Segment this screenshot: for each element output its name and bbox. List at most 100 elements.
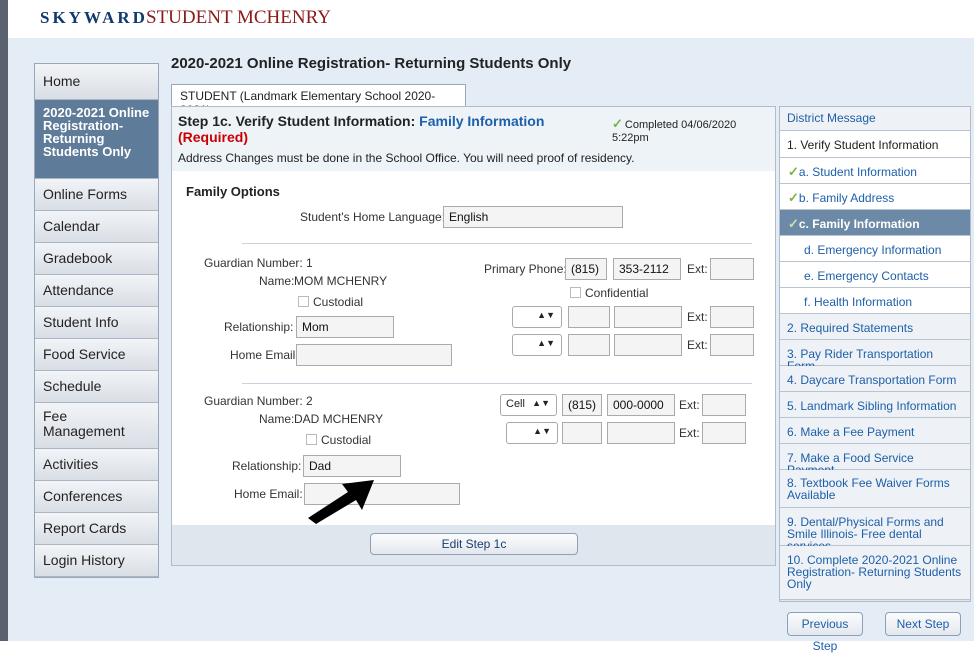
guardian2-name: DAD MCHENRY xyxy=(294,412,384,426)
previous-step-button[interactable]: Previous Step xyxy=(787,612,863,653)
nav-item-calendar[interactable]: Calendar xyxy=(35,211,158,243)
step-family-information-label: c. Family Information xyxy=(798,217,920,231)
step-required-statements[interactable]: 2. Required Statements xyxy=(780,314,970,340)
nav-item-conferences[interactable]: Conferences xyxy=(35,481,158,513)
edit-step-button[interactable]: Edit Step 1c xyxy=(370,533,578,555)
step-emergency-contacts[interactable]: e. Emergency Contacts xyxy=(780,262,970,288)
completed-status: ✓ Completed 04/06/2020 5:22pm xyxy=(612,116,775,144)
step-emergency-information[interactable]: d. Emergency Information xyxy=(780,236,970,262)
nav-item-attendance[interactable]: Attendance xyxy=(35,275,158,307)
guardian2-relationship-label: Relationship: xyxy=(232,459,302,473)
nav-item-activities[interactable]: Activities xyxy=(35,449,158,481)
guardian1-name: MOM MCHENRY xyxy=(294,274,388,288)
select-arrows-icon: ▲▼ xyxy=(537,310,555,320)
guardian2-phone-type: Cell xyxy=(506,398,525,410)
footer-bar: Edit Step 1c xyxy=(172,525,775,565)
step-verify-student[interactable]: 1. Verify Student Information xyxy=(780,131,970,158)
completed-text: Completed 04/06/2020 5:22pm xyxy=(612,119,737,144)
required-label: (Required) xyxy=(178,129,248,145)
phone3-number[interactable] xyxy=(614,334,682,356)
select-arrows-icon: ▲▼ xyxy=(533,426,551,436)
step-health-information[interactable]: f. Health Information xyxy=(780,288,970,314)
left-nav: Home 2020-2021 Online Registration- Retu… xyxy=(34,63,159,578)
confidential-checkbox[interactable] xyxy=(570,287,581,298)
guardian1-name-label: Name: xyxy=(259,274,295,288)
step-dental-physical[interactable]: 9. Dental/Physical Forms and Smile Illin… xyxy=(780,508,970,552)
student-name-header: STUDENT MCHENRY xyxy=(146,7,331,28)
divider xyxy=(242,243,752,244)
guardian2-ext-field[interactable] xyxy=(702,394,746,416)
next-step-button[interactable]: Next Step xyxy=(885,612,961,636)
guardian1-number: Guardian Number: 1 xyxy=(204,256,313,270)
step-fee-payment[interactable]: 6. Make a Fee Payment xyxy=(780,418,970,444)
step-district-message[interactable]: District Message xyxy=(780,107,970,131)
phone2-number[interactable] xyxy=(614,306,682,328)
guardian1-email-field[interactable] xyxy=(296,344,452,366)
annotation-arrow-icon xyxy=(308,480,374,524)
step-food-service-payment[interactable]: 7. Make a Food Service Payment xyxy=(780,444,970,476)
step-student-information[interactable]: ✓a. Student Information xyxy=(780,158,970,184)
guardian2-phone2-area[interactable] xyxy=(562,422,602,444)
guardian2-phone-number[interactable]: 000-0000 xyxy=(607,394,675,416)
guardian2-phone2-ext-label: Ext: xyxy=(679,426,700,440)
guardian1-ext-field[interactable] xyxy=(710,258,754,280)
guardian2-ext-label: Ext: xyxy=(679,398,700,412)
phone2-ext-label: Ext: xyxy=(687,310,708,324)
guardian1-custodial-checkbox[interactable] xyxy=(298,296,309,307)
address-note: Address Changes must be done in the Scho… xyxy=(178,151,635,165)
nav-item-online-forms[interactable]: Online Forms xyxy=(35,179,158,211)
phone3-area[interactable] xyxy=(568,334,610,356)
family-options-heading: Family Options xyxy=(186,184,280,199)
step-title-section: Family Information xyxy=(419,113,545,129)
select-arrows-icon: ▲▼ xyxy=(537,338,555,348)
guardian2-phone2-ext[interactable] xyxy=(702,422,746,444)
student-tab[interactable]: STUDENT (Landmark Elementary School 2020… xyxy=(171,84,466,117)
guardian2-phone2-type-select[interactable]: ▲▼ xyxy=(506,422,558,444)
guardian2-phone-type-select[interactable]: Cell ▲▼ xyxy=(500,394,557,416)
phone2-area[interactable] xyxy=(568,306,610,328)
confidential-label: Confidential xyxy=(585,286,649,300)
step-family-address-label: b. Family Address xyxy=(798,191,895,205)
phone3-ext-label: Ext: xyxy=(687,338,708,352)
step-textbook-fee-waiver[interactable]: 8. Textbook Fee Waiver Forms Available xyxy=(780,470,970,508)
nav-item-fee-management[interactable]: Fee Management xyxy=(35,403,158,449)
guardian1-phone-number[interactable]: 353-2112 xyxy=(613,258,681,280)
guardian1-phone-label: Primary Phone: xyxy=(484,262,567,276)
phone2-ext[interactable] xyxy=(710,306,754,328)
nav-item-food-service[interactable]: Food Service xyxy=(35,339,158,371)
phone3-ext[interactable] xyxy=(710,334,754,356)
nav-item-online-registration[interactable]: 2020-2021 Online Registration- Returning… xyxy=(35,100,158,179)
nav-item-gradebook[interactable]: Gradebook xyxy=(35,243,158,275)
nav-item-schedule[interactable]: Schedule xyxy=(35,371,158,403)
nav-item-report-cards[interactable]: Report Cards xyxy=(35,513,158,545)
nav-item-student-info[interactable]: Student Info xyxy=(35,307,158,339)
home-language-label: Student's Home Language: xyxy=(300,210,446,224)
step-daycare-transportation[interactable]: 4. Daycare Transportation Form xyxy=(780,366,970,392)
phone3-type-select[interactable]: ▲▼ xyxy=(512,334,562,356)
guardian2-name-label: Name: xyxy=(259,412,295,426)
step-complete-registration[interactable]: 10. Complete 2020-2021 Online Registrati… xyxy=(780,546,970,600)
step-pay-rider-transportation[interactable]: 3. Pay Rider Transportation Form xyxy=(780,340,970,372)
divider xyxy=(242,383,752,384)
step-family-address[interactable]: ✓b. Family Address xyxy=(780,184,970,210)
checkmark-icon: ✓ xyxy=(788,216,799,231)
step-student-information-label: a. Student Information xyxy=(798,165,917,179)
guardian2-custodial-checkbox[interactable] xyxy=(306,434,317,445)
phone2-type-select[interactable]: ▲▼ xyxy=(512,306,562,328)
guardian2-phone2-number[interactable] xyxy=(607,422,675,444)
steps-panel: District Message 1. Verify Student Infor… xyxy=(779,106,971,602)
guardian1-relationship-field[interactable]: Mom xyxy=(296,316,394,338)
nav-item-login-history[interactable]: Login History xyxy=(35,545,158,577)
skyward-logo: SKYWARD xyxy=(40,8,148,27)
step-landmark-sibling[interactable]: 5. Landmark Sibling Information xyxy=(780,392,970,418)
guardian2-relationship-field[interactable]: Dad xyxy=(303,455,401,477)
home-language-field[interactable]: English xyxy=(443,206,623,228)
select-arrows-icon: ▲▼ xyxy=(532,398,550,408)
page-title: 2020-2021 Online Registration- Returning… xyxy=(171,55,572,72)
guardian1-area-code[interactable]: (815) xyxy=(565,258,607,280)
guardian2-area-code[interactable]: (815) xyxy=(562,394,602,416)
checkmark-icon: ✓ xyxy=(612,116,623,131)
nav-item-home[interactable]: Home xyxy=(35,64,158,100)
step-title: Step 1c. Verify Student Information: Fam… xyxy=(178,113,544,129)
step-family-information[interactable]: ✓c. Family Information xyxy=(780,210,970,236)
